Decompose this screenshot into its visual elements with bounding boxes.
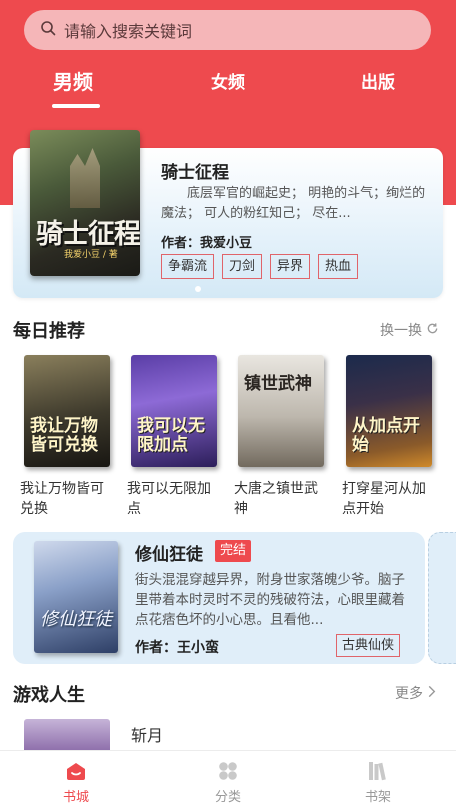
featured-book-cover[interactable]: 骑士征程 我爱小豆 / 著 bbox=[30, 130, 140, 276]
daily-recommend-title: 每日推荐 bbox=[13, 321, 85, 342]
tab-publish[interactable]: 出版 bbox=[361, 68, 395, 93]
chevron-right-icon bbox=[427, 685, 437, 702]
active-tab-indicator bbox=[52, 104, 100, 108]
channel-tabs: 男频 女频 出版 bbox=[0, 62, 456, 112]
cover-title-art: 镇世武神 bbox=[244, 374, 312, 394]
cover-title-art: 我可以无限加点 bbox=[137, 416, 205, 455]
book-cover[interactable]: 从加点开始 bbox=[346, 355, 432, 467]
book-tag[interactable]: 异界 bbox=[270, 254, 311, 279]
castle-illustration bbox=[70, 148, 100, 208]
completed-book-card[interactable]: 修仙狂徒 修仙狂徒 完结 街头混混穿越异界，附身世家落魄少爷。脑子里带着本时灵时… bbox=[13, 532, 425, 664]
book-cover[interactable] bbox=[24, 719, 110, 753]
book-title[interactable]: 打穿星河从加点开始 bbox=[342, 479, 434, 519]
cover-title-art: 从加点开始 bbox=[352, 416, 420, 455]
more-button[interactable]: 更多 bbox=[395, 683, 437, 703]
featured-book-tags: 争霸流 刀剑 异界 热血 bbox=[161, 254, 359, 279]
refresh-label: 换一换 bbox=[380, 323, 422, 339]
featured-book-description: 底层军官的崛起史； 明艳的斗气；绚烂的魔法； 可人的粉红知己； 尽在... bbox=[161, 186, 426, 221]
book-cover[interactable]: 镇世武神 bbox=[238, 355, 324, 467]
refresh-icon bbox=[426, 322, 439, 339]
featured-book-author: 作者：我爱小豆 bbox=[161, 236, 253, 251]
search-icon bbox=[40, 20, 64, 40]
featured-book-title[interactable]: 骑士征程 bbox=[161, 158, 229, 183]
book-cover[interactable]: 我让万物皆可兑换 bbox=[24, 355, 110, 467]
more-label: 更多 bbox=[395, 686, 423, 702]
completed-book-cover[interactable]: 修仙狂徒 bbox=[34, 541, 118, 653]
book-title[interactable]: 大唐之镇世武神 bbox=[234, 479, 326, 519]
cover-title-art: 修仙狂徒 bbox=[40, 609, 112, 630]
book-title[interactable]: 我可以无限加点 bbox=[127, 479, 219, 519]
search-bar[interactable]: 请输入搜索关键词 bbox=[24, 10, 431, 50]
featured-book-card[interactable]: 骑士征程 我爱小豆 / 著 骑士征程 底层军官的崛起史； 明艳的斗气；绚烂的魔法… bbox=[13, 130, 443, 298]
refresh-button[interactable]: 换一换 bbox=[380, 320, 439, 340]
book-item[interactable]: 我让万物皆可兑换 我让万物皆可兑换 bbox=[20, 355, 112, 519]
tab-female[interactable]: 女频 bbox=[211, 68, 245, 93]
book-item[interactable]: 从加点开始 打穿星河从加点开始 bbox=[342, 355, 434, 519]
completed-book-author: 作者：王小蛮 bbox=[135, 640, 219, 656]
book-title[interactable]: 斩月 bbox=[131, 722, 163, 746]
cover-author-art: 我爱小豆 / 著 bbox=[64, 250, 118, 260]
nav-bookshelf[interactable]: 书架 bbox=[328, 751, 428, 810]
nav-label: 书城 bbox=[62, 790, 89, 805]
book-tag[interactable]: 古典仙侠 bbox=[336, 634, 401, 657]
nav-category[interactable]: 分类 bbox=[178, 751, 278, 810]
cover-title-art: 骑士征程 bbox=[36, 219, 140, 250]
book-tag[interactable]: 争霸流 bbox=[161, 254, 215, 279]
book-tag[interactable]: 刀剑 bbox=[222, 254, 263, 279]
nav-label: 分类 bbox=[214, 790, 241, 805]
book-title[interactable]: 我让万物皆可兑换 bbox=[20, 479, 112, 519]
nav-label: 书架 bbox=[364, 790, 391, 805]
nav-bookstore[interactable]: 书城 bbox=[26, 751, 126, 810]
completed-book-description: 街头混混穿越异界，附身世家落魄少爷。脑子里带着本时灵时不灵的残破符法，心眼里藏着… bbox=[135, 572, 405, 628]
carousel-indicator-dot bbox=[195, 286, 201, 292]
game-section-title: 游戏人生 bbox=[13, 685, 85, 706]
cover-title-art: 我让万物皆可兑换 bbox=[30, 416, 98, 455]
book-item[interactable]: 我可以无限加点 我可以无限加点 bbox=[127, 355, 219, 519]
completed-badge: 完结 bbox=[215, 540, 252, 562]
next-card-peek[interactable] bbox=[428, 532, 456, 664]
tab-male[interactable]: 男频 bbox=[53, 66, 93, 95]
bottom-navigation: 书城 分类 书架 bbox=[0, 750, 456, 810]
book-cover[interactable]: 我可以无限加点 bbox=[131, 355, 217, 467]
search-placeholder: 请输入搜索关键词 bbox=[64, 22, 193, 41]
completed-book-title[interactable]: 修仙狂徒 bbox=[135, 540, 203, 565]
book-tag[interactable]: 热血 bbox=[318, 254, 359, 279]
book-item[interactable]: 镇世武神 大唐之镇世武神 bbox=[234, 355, 326, 519]
